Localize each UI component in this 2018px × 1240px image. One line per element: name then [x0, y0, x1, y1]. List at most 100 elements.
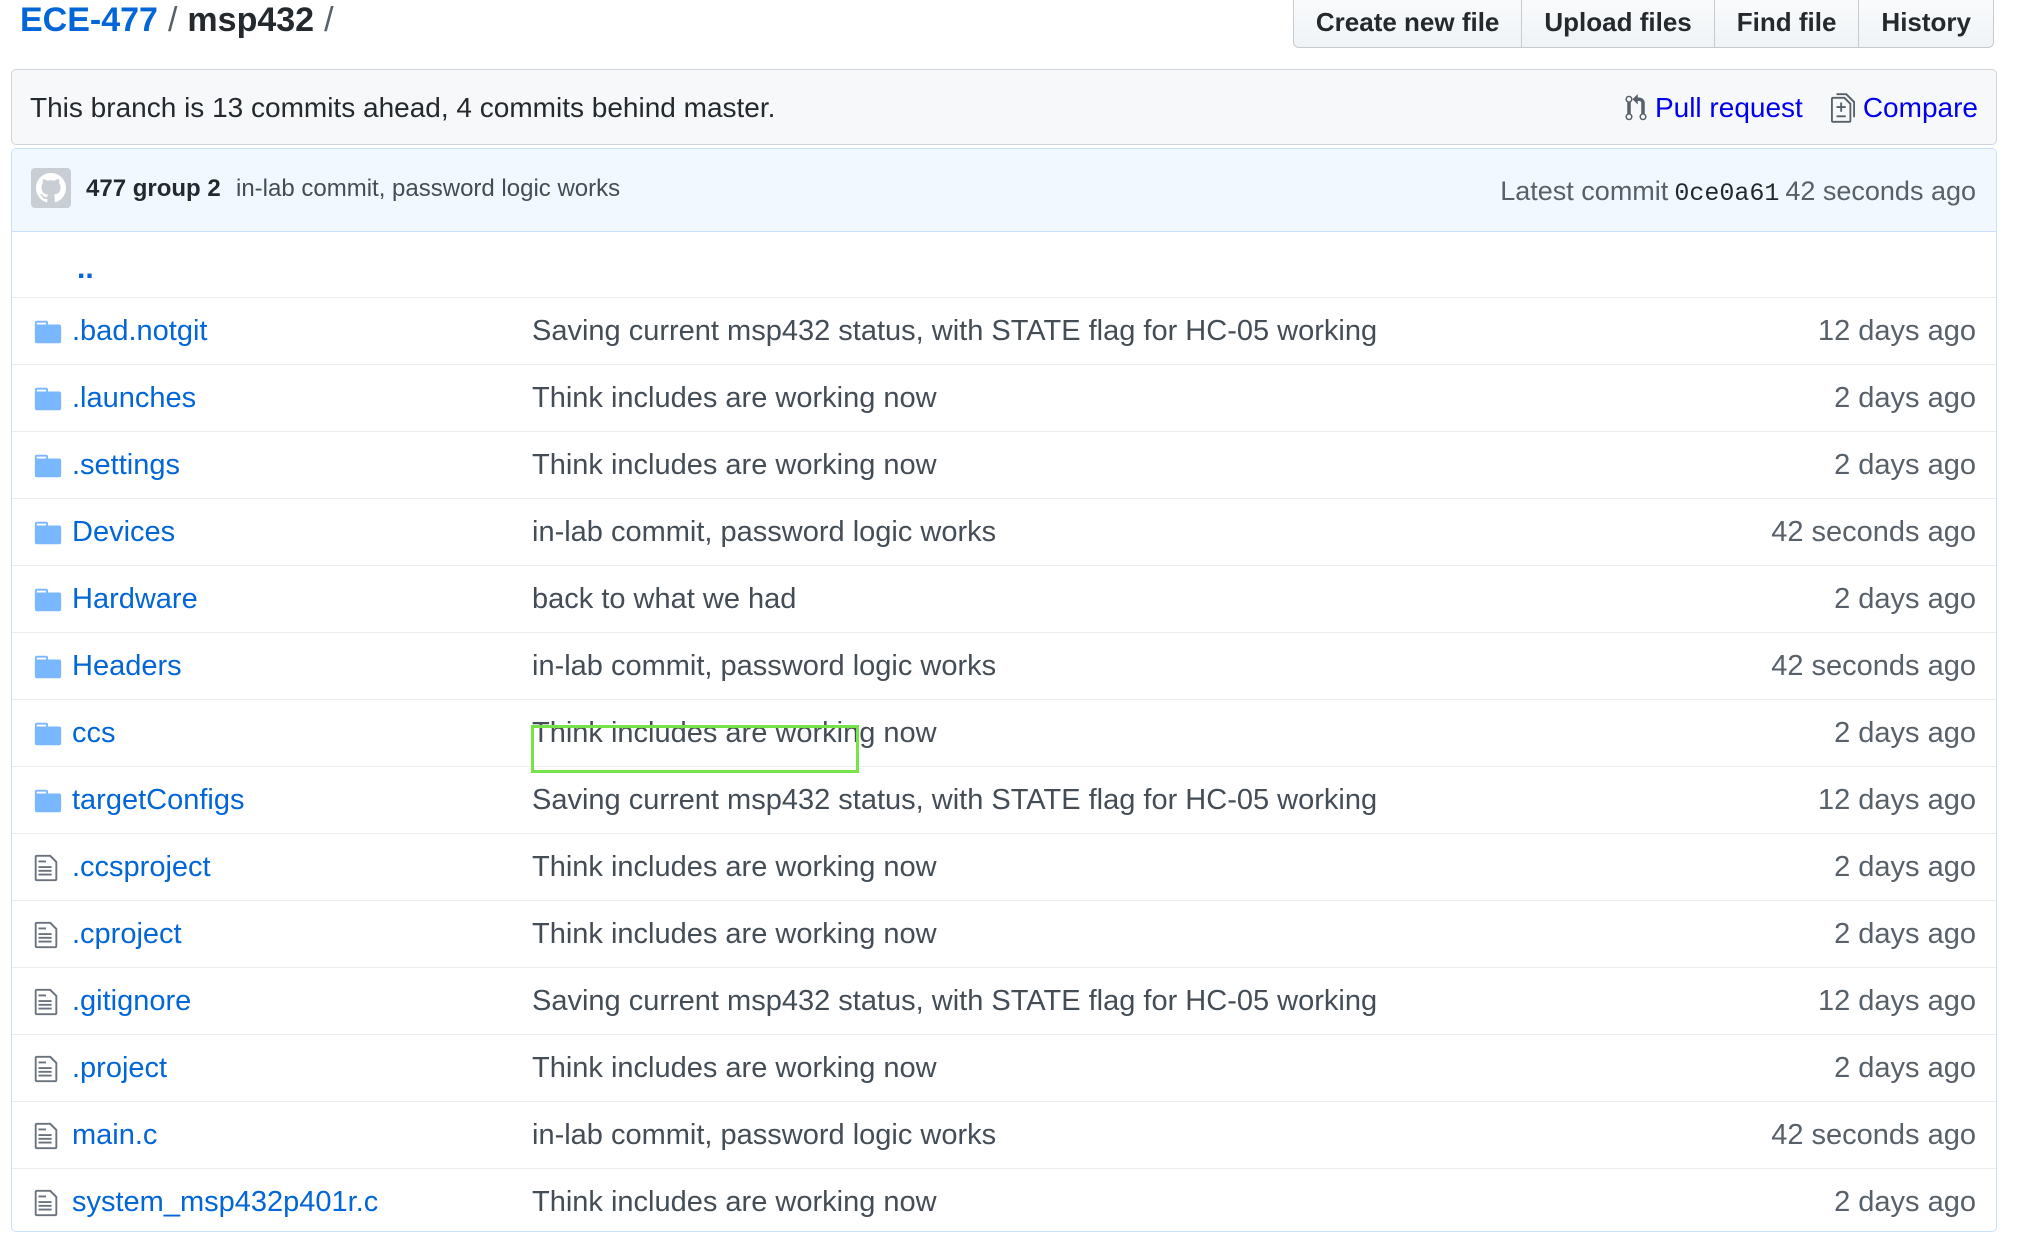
file-commit-message-link[interactable]: in-lab commit, password logic works — [532, 499, 996, 566]
folder-icon — [34, 320, 62, 344]
folder-icon-wrapper — [33, 384, 63, 414]
file-row: ccs Think includes are working now 2 days … — [12, 700, 1996, 767]
commit-author-link[interactable]: 477 group 2 — [86, 149, 221, 229]
branch-status-message: This branch is 13 commits ahead, 4 commi… — [30, 92, 776, 123]
file-row: .gitignore Saving current msp432 status, … — [12, 968, 1996, 1035]
pull-request-label: Pull request — [1654, 92, 1803, 123]
file-name-link[interactable]: ccs — [72, 700, 116, 767]
breadcrumb-repo-link[interactable]: ECE-477 — [20, 1, 158, 39]
folder-icon — [34, 789, 62, 813]
history-button[interactable]: History — [1859, 0, 1994, 48]
file-icon-wrapper — [33, 1121, 63, 1151]
folder-icon-wrapper — [33, 317, 63, 347]
file-commit-message-link[interactable]: Saving current msp432 status, with STATE… — [532, 767, 1377, 834]
file-name-link[interactable]: .cproject — [72, 901, 182, 968]
file-name-link[interactable]: Headers — [72, 633, 182, 700]
diff-icon — [1830, 93, 1855, 123]
commit-message-link[interactable]: in-lab commit, password logic works — [236, 149, 620, 229]
git-pull-request-icon — [1625, 94, 1647, 121]
file-commit-message-link[interactable]: Think includes are working now — [532, 1035, 937, 1102]
branch-status-bar: This branch is 13 commits ahead, 4 commi… — [11, 69, 1997, 145]
file-row: .cproject Think includes are working now 2… — [12, 901, 1996, 968]
file-name-link[interactable]: .bad.notgit — [72, 298, 207, 365]
file-row: main.c in-lab commit, password logic work… — [12, 1102, 1996, 1169]
file-icon-wrapper — [33, 1054, 63, 1084]
file-row: .bad.notgit Saving current msp432 status,… — [12, 298, 1996, 365]
file-commit-message-link[interactable]: Think includes are working now — [532, 365, 937, 432]
file-commit-message-link[interactable]: Saving current msp432 status, with STATE… — [532, 298, 1377, 365]
folder-icon-wrapper — [33, 786, 63, 816]
file-name-link[interactable]: main.c — [72, 1102, 157, 1169]
commit-sha-link[interactable]: 0ce0a61 — [1674, 179, 1779, 208]
file-commit-message-link[interactable]: back to what we had — [532, 566, 796, 633]
file-commit-age: 42 seconds ago — [1771, 650, 1976, 682]
file-commit-message-link[interactable]: in-lab commit, password logic works — [532, 633, 996, 700]
file-commit-age: 2 days ago — [1834, 851, 1976, 883]
file-icon — [34, 921, 58, 949]
upload-files-button[interactable]: Upload files — [1522, 0, 1715, 48]
folder-icon — [34, 655, 62, 679]
latest-commit-age: 42 seconds ago — [1785, 176, 1976, 206]
file-commit-age: 2 days ago — [1834, 1052, 1976, 1084]
file-icon-wrapper — [33, 987, 63, 1017]
file-commit-message-link[interactable]: Think includes are working now — [532, 432, 937, 499]
folder-icon — [34, 521, 62, 545]
file-commit-age: 2 days ago — [1834, 382, 1976, 414]
create-new-file-button[interactable]: Create new file — [1292, 0, 1523, 48]
folder-icon-wrapper — [33, 585, 63, 615]
latest-commit-info: Latest commit 0ce0a61 42 seconds ago — [1500, 149, 1976, 236]
folder-icon — [34, 722, 62, 746]
find-file-button[interactable]: Find file — [1714, 0, 1860, 48]
file-row: targetConfigs Saving current msp432 statu… — [12, 767, 1996, 834]
file-commit-message-link[interactable]: Think includes are working now — [532, 700, 937, 767]
file-commit-message-link[interactable]: in-lab commit, password logic works — [532, 1102, 996, 1169]
compare-link[interactable]: Compare — [1830, 92, 1978, 124]
parent-directory-row: .. — [12, 232, 1996, 298]
file-name-link[interactable]: Devices — [72, 499, 175, 566]
breadcrumb-trailing-separator: / — [324, 1, 334, 39]
pull-request-link[interactable]: Pull request — [1625, 92, 1803, 124]
file-icon — [34, 854, 58, 882]
file-name-link[interactable]: .ccsproject — [72, 834, 211, 901]
file-name-link[interactable]: .settings — [72, 432, 180, 499]
octocat-avatar-icon — [36, 173, 66, 203]
file-icon-wrapper — [33, 920, 63, 950]
file-icon-wrapper — [33, 1188, 63, 1218]
breadcrumb-current-directory: msp432 — [187, 1, 315, 39]
avatar[interactable] — [31, 168, 71, 208]
file-commit-age: 12 days ago — [1817, 985, 1976, 1017]
folder-icon-wrapper — [33, 451, 63, 481]
file-commit-message-link[interactable]: Think includes are working now — [532, 1169, 937, 1231]
folder-icon — [34, 588, 62, 612]
file-name-link[interactable]: .project — [72, 1035, 167, 1102]
file-row: .launches Think includes are working now 2… — [12, 365, 1996, 432]
file-name-link[interactable]: .launches — [72, 365, 196, 432]
latest-commit-bar: 477 group 2 in-lab commit, password logi… — [12, 149, 1996, 232]
file-name-link[interactable]: targetConfigs — [72, 767, 245, 834]
file-commit-age: 2 days ago — [1834, 449, 1976, 481]
folder-icon — [34, 387, 62, 411]
parent-directory-link[interactable]: .. — [77, 236, 94, 302]
file-icon — [34, 1122, 58, 1150]
file-icon — [34, 988, 58, 1016]
file-name-link[interactable]: system_msp432p401r.c — [72, 1169, 378, 1231]
branch-actions: Pull request Compare — [1625, 70, 1978, 146]
file-row: Devices in-lab commit, password logic wor… — [12, 499, 1996, 566]
file-name-link[interactable]: Hardware — [72, 566, 198, 633]
latest-commit-label: Latest commit — [1500, 176, 1669, 206]
file-commit-age: 2 days ago — [1834, 918, 1976, 950]
file-commit-message-link[interactable]: Think includes are working now — [532, 901, 937, 968]
file-commit-age: 12 days ago — [1817, 315, 1976, 347]
file-commit-message-link[interactable]: Think includes are working now — [532, 834, 937, 901]
file-commit-age: 2 days ago — [1834, 1186, 1976, 1218]
file-commit-age: 12 days ago — [1817, 784, 1976, 816]
file-icon — [34, 1055, 58, 1083]
file-navigation-button-group: Create new file Upload files Find file H… — [1292, 0, 1994, 48]
file-row: .project Think includes are working now 2 … — [12, 1035, 1996, 1102]
file-list: .bad.notgit Saving current msp432 status,… — [12, 298, 1996, 1231]
folder-icon — [34, 454, 62, 478]
file-row: .ccsproject Think includes are working no… — [12, 834, 1996, 901]
file-name-link[interactable]: .gitignore — [72, 968, 191, 1035]
file-commit-age: 2 days ago — [1834, 717, 1976, 749]
file-commit-message-link[interactable]: Saving current msp432 status, with STATE… — [532, 968, 1377, 1035]
